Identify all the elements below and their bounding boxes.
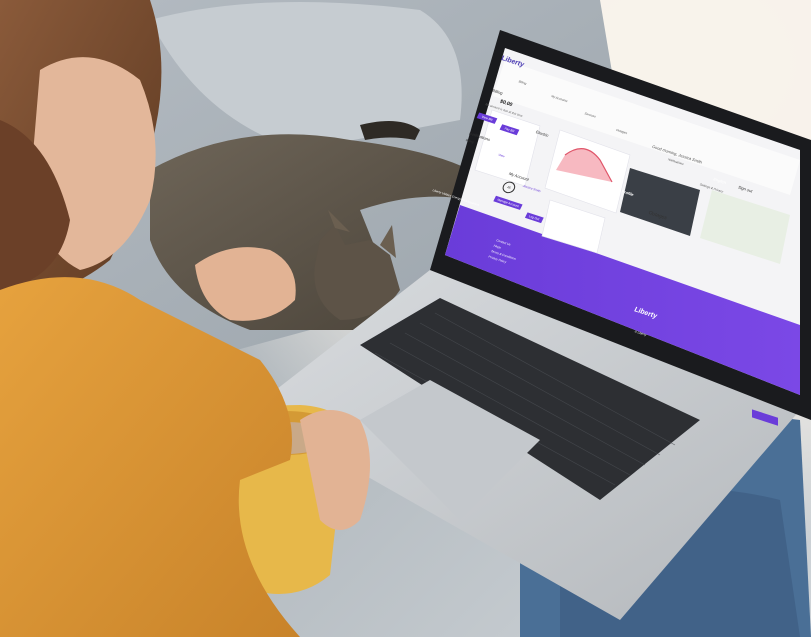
notifications-row-action[interactable]: View — [498, 153, 506, 159]
nav-services[interactable]: Services — [584, 111, 597, 118]
footer-address: Liberty Utilities Energy Headquarters — [431, 188, 481, 207]
photo-scene: Liberty Good morning, Jessica Smith Engl… — [0, 0, 811, 637]
mug-coffee — [235, 422, 335, 454]
hair-side — [0, 120, 70, 290]
avatar: JS — [500, 180, 518, 195]
outages-title: Outages — [647, 210, 668, 222]
hand-on-cat — [195, 247, 296, 321]
laptop-base — [250, 270, 800, 620]
sofa-cushion — [150, 2, 462, 150]
cat-ear — [380, 225, 396, 258]
language-label[interactable]: English — [713, 176, 728, 185]
view-bill-button[interactable]: View Bill — [476, 112, 498, 124]
jeans — [520, 415, 811, 637]
billing-title: Billing — [491, 87, 504, 96]
cat-head — [314, 225, 400, 320]
electric-title: Electric — [535, 129, 550, 138]
mug — [225, 405, 346, 594]
account-name: Jessica Smith — [522, 183, 542, 194]
nav-settings[interactable]: Settings & Privacy — [699, 182, 724, 193]
nav-billing[interactable]: Billing — [518, 79, 527, 85]
pay-bill-button[interactable]: Pay Bill — [499, 124, 520, 136]
brand-logo[interactable]: Liberty — [500, 55, 525, 69]
notifications-row-label: Billing — [465, 137, 475, 145]
hand-on-mug — [300, 410, 370, 530]
footer-link-faqs[interactable]: FAQs — [493, 244, 502, 250]
jeans-shadow — [560, 488, 800, 637]
sweater — [0, 277, 300, 637]
trackpad — [360, 380, 540, 520]
hair — [0, 0, 162, 300]
footer-copyright: © Liberty — [633, 329, 648, 337]
my-account-title: My Account — [508, 170, 530, 182]
mug-rim — [227, 411, 343, 455]
cat-tail-tip — [360, 121, 420, 140]
screen-text-layer: Liberty Good morning, Jessica Smith Engl… — [394, 52, 786, 363]
logout-button[interactable]: Log Out — [524, 212, 544, 223]
face — [30, 57, 156, 271]
cat-ear — [328, 210, 350, 232]
language-button[interactable] — [752, 409, 778, 426]
promo-text[interactable]: Your Home's Energy Profile — [583, 176, 635, 197]
signout-link[interactable]: Sign out — [737, 184, 753, 193]
footer-brand: Liberty — [632, 306, 659, 321]
nav-outages[interactable]: Outages — [615, 128, 628, 135]
nav-my-accounts[interactable]: My Accounts — [550, 94, 568, 103]
manage-account-button[interactable]: Manage Account — [493, 195, 523, 211]
